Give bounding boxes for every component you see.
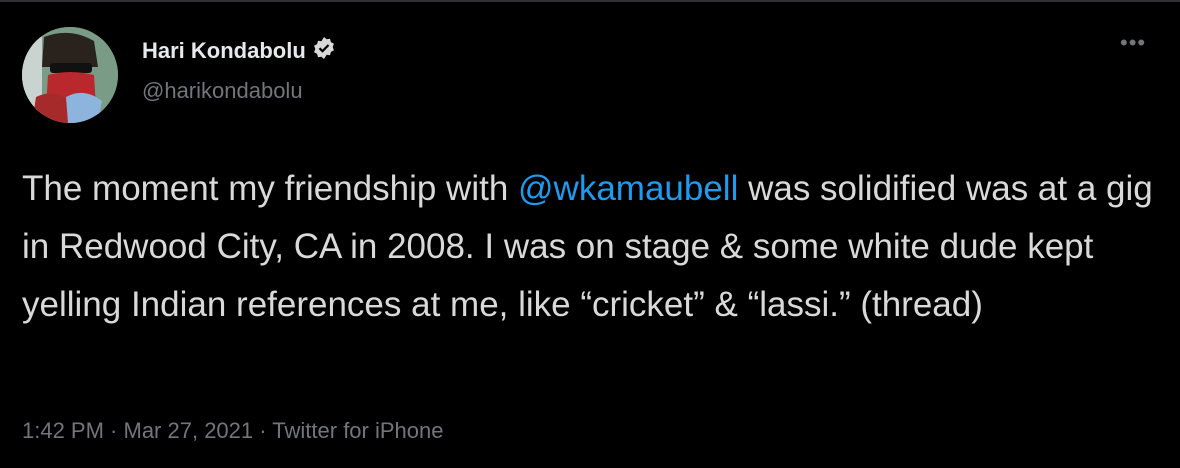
tweet-source: Twitter for iPhone bbox=[272, 418, 444, 443]
tweet-date[interactable]: Mar 27, 2021 bbox=[124, 418, 254, 443]
avatar[interactable] bbox=[22, 27, 118, 123]
more-horizontal-icon[interactable]: ••• bbox=[1120, 30, 1146, 56]
top-divider bbox=[0, 0, 1180, 2]
tweet-text: The moment my friendship with @wkamaubel… bbox=[22, 169, 1153, 324]
mention-link[interactable]: @wkamaubell bbox=[518, 169, 738, 208]
tweet-time[interactable]: 1:42 PM bbox=[22, 418, 104, 443]
author-name[interactable]: Hari Kondabolu bbox=[142, 36, 336, 66]
verified-badge-icon bbox=[312, 36, 336, 66]
author-handle[interactable]: @harikondabolu bbox=[142, 78, 303, 104]
tweet-footer: 1:42 PM · Mar 27, 2021 · Twitter for iPh… bbox=[22, 418, 444, 443]
